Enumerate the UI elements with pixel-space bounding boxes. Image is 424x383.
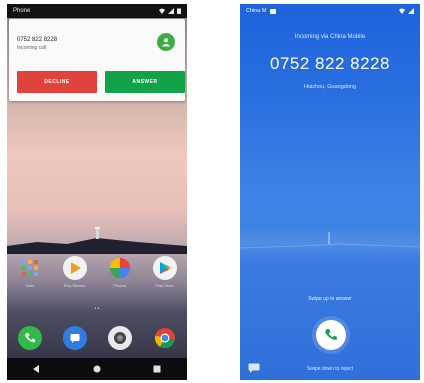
status-bar: Phone xyxy=(7,4,187,18)
navigation-bar xyxy=(7,358,187,380)
notification-icon xyxy=(270,8,277,14)
dock xyxy=(7,326,187,350)
app-play-movies[interactable]: Play Movies xyxy=(59,256,91,288)
camera-icon[interactable] xyxy=(107,326,132,350)
decline-button[interactable]: DECLINE xyxy=(17,71,97,93)
incoming-via-label: Incoming via China Mobile xyxy=(294,34,366,40)
lighthouse-silhouette xyxy=(240,232,420,249)
phone-icon[interactable] xyxy=(17,326,42,350)
apps-grid-icon xyxy=(18,256,42,280)
left-phone-screen: Phone 0752 822 8228 Incoming call DECLIN… xyxy=(7,4,187,380)
play-store-icon xyxy=(152,256,177,280)
call-status: Incoming call xyxy=(17,45,47,51)
recents-icon[interactable] xyxy=(153,365,161,373)
app-play-store[interactable]: Play Store xyxy=(149,256,181,288)
status-bar: China M xyxy=(240,4,420,18)
app-row: Tools Play Movies Photos Play Store xyxy=(7,256,187,288)
messages-icon[interactable] xyxy=(62,326,87,350)
wifi-icon xyxy=(159,8,165,14)
swipe-down-hint: Swipe down to reject xyxy=(306,366,354,372)
status-app-label: Phone xyxy=(13,8,31,14)
signal-icon xyxy=(168,8,174,14)
phone-icon xyxy=(325,329,337,340)
chrome-icon[interactable] xyxy=(153,326,177,350)
avatar xyxy=(157,33,175,51)
status-icons xyxy=(159,8,181,14)
caller-number: 0752 822 8228 xyxy=(17,37,58,43)
answer-button[interactable]: ANSWER xyxy=(105,71,185,93)
page-indicator: • • xyxy=(94,306,100,312)
play-movies-icon xyxy=(62,256,87,280)
carrier-label: China M xyxy=(246,8,267,14)
swipe-up-hint: Swipe up to answer xyxy=(308,296,352,302)
photos-icon xyxy=(108,256,132,280)
app-tools[interactable]: Tools xyxy=(14,256,46,288)
home-icon[interactable] xyxy=(93,365,101,373)
app-label: Play Movies xyxy=(63,283,86,288)
back-icon[interactable] xyxy=(33,365,41,373)
app-label: Play Store xyxy=(155,283,174,288)
incoming-call-card[interactable]: 0752 822 8228 Incoming call DECLINE ANSW… xyxy=(9,19,185,101)
horizon-background xyxy=(240,226,420,260)
signal-icon xyxy=(408,8,414,14)
caller-number: 0752 822 8228 xyxy=(270,54,390,73)
caller-location: Huizhou, Guangdong xyxy=(304,84,356,90)
app-label: Photos xyxy=(113,283,126,288)
right-phone-screen: China M Incoming via China Mobile 0752 8… xyxy=(240,4,420,380)
app-label: Tools xyxy=(24,283,35,288)
battery-icon xyxy=(177,8,181,14)
wifi-icon xyxy=(399,8,405,14)
lighthouse-shore-image xyxy=(7,227,187,254)
person-icon xyxy=(162,38,170,47)
answer-call-button[interactable] xyxy=(316,320,346,350)
app-photos[interactable]: Photos xyxy=(104,256,136,288)
